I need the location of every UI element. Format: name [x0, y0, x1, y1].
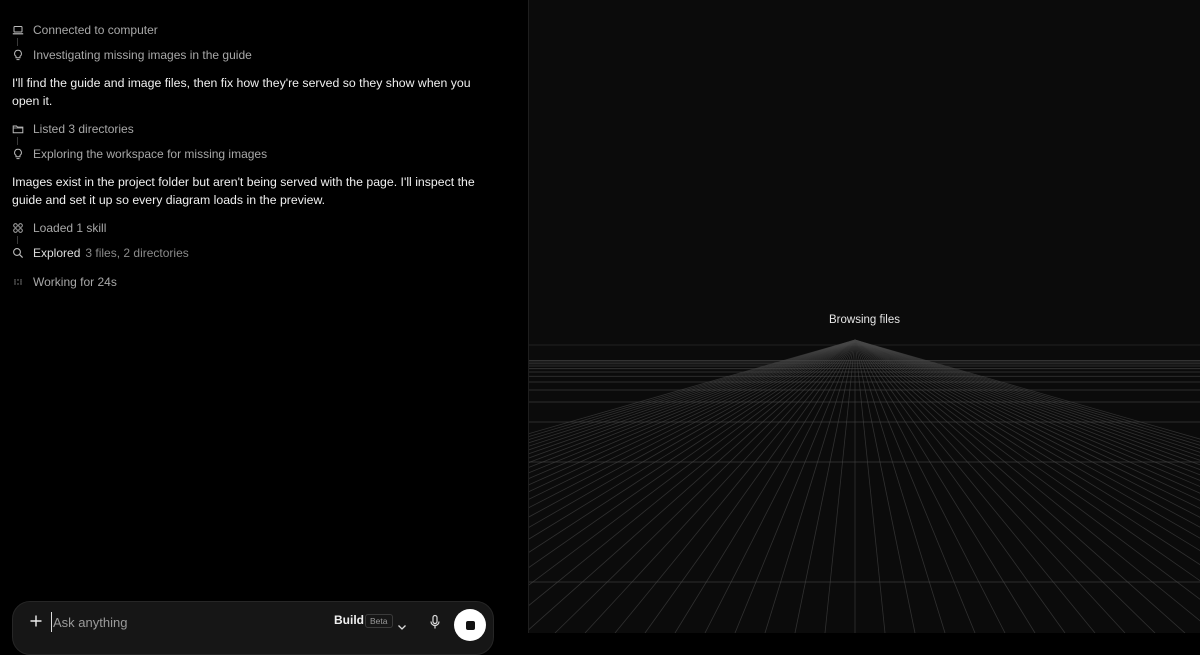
- grid-line: [854, 339, 1186, 633]
- laptop-icon: [12, 24, 24, 36]
- grid-line: [854, 339, 1200, 501]
- grid-line: [854, 339, 1200, 466]
- grid-line: [854, 339, 1200, 528]
- step-connected: Connected to computer: [12, 21, 158, 39]
- folder-icon: [12, 123, 24, 135]
- grid-line: [854, 339, 886, 633]
- plus-icon[interactable]: [29, 614, 43, 628]
- preview-panel: Browsing files: [529, 0, 1200, 633]
- step-listed-label: Listed 3 directories: [33, 122, 134, 136]
- step-investigating: Investigating missing images in the guid…: [12, 46, 252, 64]
- beta-badge: Beta: [365, 614, 393, 628]
- preview-status: Browsing files: [829, 314, 900, 326]
- composer: Build Beta: [12, 601, 494, 655]
- grid-line: [854, 339, 1200, 518]
- grid-line: [854, 339, 1200, 461]
- grid-line: [854, 339, 916, 633]
- grid-line: [854, 339, 1200, 539]
- grid-line: [854, 339, 1096, 633]
- grid-line: [854, 339, 1200, 600]
- grid-line: [854, 339, 1200, 622]
- grid-line: [854, 339, 1200, 450]
- grid-line: [794, 339, 856, 633]
- step-explored-detail: 3 files, 2 directories: [85, 246, 189, 260]
- grid-line: [854, 339, 1200, 552]
- stop-button[interactable]: [454, 609, 486, 641]
- grid-icon: [12, 222, 24, 234]
- chat-panel: Connected to computer Investigating miss…: [0, 0, 528, 655]
- chevron-down-icon[interactable]: [397, 618, 407, 630]
- step-explored-label: Explored: [33, 246, 81, 260]
- step-investigating-label: Investigating missing images in the guid…: [33, 48, 252, 62]
- grid-line: [854, 339, 1200, 487]
- lightbulb-icon: [12, 148, 24, 160]
- step-exploring: Exploring the workspace for missing imag…: [12, 145, 267, 163]
- grid-line: [854, 339, 1200, 481]
- grid-line: [854, 339, 976, 633]
- grid-line: [734, 339, 856, 633]
- grid-line: [529, 339, 856, 630]
- search-icon: [12, 247, 24, 259]
- step-connected-label: Connected to computer: [33, 23, 158, 37]
- grid-line: [854, 339, 1200, 440]
- assistant-message: Images exist in the project folder but a…: [12, 175, 475, 207]
- step-listed: Listed 3 directories: [12, 120, 134, 138]
- step-explored: Explored 3 files, 2 directories: [12, 244, 189, 262]
- grid-line: [854, 339, 1200, 457]
- grid-line: [854, 339, 1200, 509]
- step-connector: [17, 38, 18, 46]
- grid-line: [854, 339, 1200, 476]
- microphone-icon[interactable]: [429, 614, 441, 630]
- step-connector: [17, 236, 18, 244]
- step-loaded-label: Loaded 1 skill: [33, 221, 107, 235]
- step-exploring-label: Exploring the workspace for missing imag…: [33, 147, 268, 161]
- grid-line: [854, 339, 1200, 453]
- grid-line: [824, 339, 856, 633]
- grid-line: [644, 339, 856, 633]
- step-connector: [17, 137, 18, 145]
- step-loaded: Loaded 1 skill: [12, 219, 106, 237]
- ask-input[interactable]: [51, 612, 303, 632]
- grid-line: [854, 339, 1200, 494]
- grid-line: [854, 339, 1200, 446]
- step-working-label: Working for 24s: [33, 275, 117, 289]
- grid-line: [854, 339, 1200, 582]
- stop-icon: [465, 620, 475, 630]
- dots-spinner-icon: [12, 276, 24, 288]
- grid-line: [854, 339, 1200, 566]
- grid-line: [854, 339, 1200, 471]
- grid-line: [854, 339, 1066, 633]
- grid-line: [704, 339, 856, 633]
- mode-selector-label[interactable]: Build: [334, 613, 364, 627]
- step-working: Working for 24s: [12, 273, 117, 291]
- grid-line: [854, 339, 1200, 443]
- lightbulb-icon: [12, 49, 24, 61]
- assistant-message: I'll find the guide and image files, the…: [12, 76, 471, 108]
- grid-line: [854, 339, 1006, 633]
- grid-line: [614, 339, 856, 633]
